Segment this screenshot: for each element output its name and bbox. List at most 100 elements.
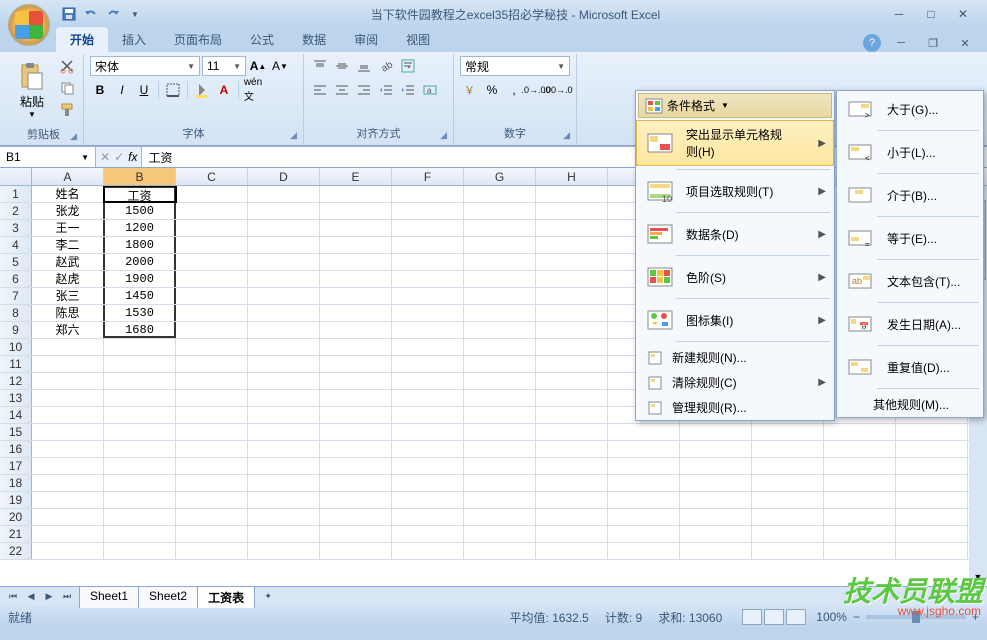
menu-item[interactable]: 图标集(I)▶	[636, 302, 834, 338]
cell[interactable]	[176, 458, 248, 474]
align-right-icon[interactable]	[354, 80, 374, 100]
cell[interactable]	[536, 492, 608, 508]
column-header-C[interactable]: C	[176, 168, 248, 185]
cell[interactable]	[176, 424, 248, 440]
cell[interactable]	[320, 492, 392, 508]
cell[interactable]	[464, 526, 536, 542]
cell[interactable]	[464, 339, 536, 355]
align-center-icon[interactable]	[332, 80, 352, 100]
row-header[interactable]: 11	[0, 356, 32, 372]
cell[interactable]	[536, 356, 608, 372]
cell[interactable]	[536, 186, 608, 202]
cell[interactable]	[392, 186, 464, 202]
cell[interactable]: 2000	[104, 254, 176, 270]
cell[interactable]	[104, 356, 176, 372]
wrap-text-icon[interactable]	[398, 56, 418, 76]
cell[interactable]	[320, 237, 392, 253]
cell[interactable]	[248, 543, 320, 559]
cell[interactable]	[248, 305, 320, 321]
cell[interactable]	[392, 237, 464, 253]
cell[interactable]	[392, 203, 464, 219]
cell[interactable]	[176, 305, 248, 321]
cell[interactable]: 张龙	[32, 203, 104, 219]
tab-insert[interactable]: 插入	[108, 27, 160, 52]
cell[interactable]	[392, 390, 464, 406]
cell[interactable]	[536, 475, 608, 491]
row-header[interactable]: 13	[0, 390, 32, 406]
cell[interactable]	[320, 339, 392, 355]
name-box[interactable]: B1▼	[0, 147, 96, 167]
cell[interactable]	[248, 339, 320, 355]
cell[interactable]	[392, 458, 464, 474]
sheet-tab[interactable]: Sheet1	[79, 586, 139, 608]
cell[interactable]	[176, 509, 248, 525]
cell[interactable]	[248, 458, 320, 474]
conditional-format-button[interactable]: 条件格式▼	[638, 93, 832, 118]
sheet-nav-prev-icon[interactable]: ◀	[22, 589, 40, 605]
cell[interactable]	[392, 322, 464, 338]
fx-icon[interactable]: fx	[128, 150, 137, 164]
cell[interactable]	[176, 271, 248, 287]
cell[interactable]	[32, 339, 104, 355]
font-expand-icon[interactable]: ◢	[290, 130, 297, 141]
submenu-other-rules[interactable]: 其他规则(M)...	[837, 392, 983, 417]
cell[interactable]	[248, 390, 320, 406]
minimize-button[interactable]: ─	[887, 5, 911, 23]
font-name-combo[interactable]: 宋体▼	[90, 56, 200, 76]
cell[interactable]	[464, 373, 536, 389]
cell[interactable]	[464, 271, 536, 287]
column-header-A[interactable]: A	[32, 168, 104, 185]
cell[interactable]	[536, 288, 608, 304]
cell[interactable]	[176, 441, 248, 457]
column-header-G[interactable]: G	[464, 168, 536, 185]
cell[interactable]	[320, 390, 392, 406]
submenu-item[interactable]: 介于(B)...	[837, 177, 983, 213]
cell[interactable]	[464, 186, 536, 202]
cell[interactable]	[176, 407, 248, 423]
cell[interactable]	[464, 509, 536, 525]
cell[interactable]	[536, 305, 608, 321]
menu-item[interactable]: 色阶(S)▶	[636, 259, 834, 295]
cell[interactable]	[176, 288, 248, 304]
row-header[interactable]: 14	[0, 407, 32, 423]
cell[interactable]	[248, 475, 320, 491]
align-expand-icon[interactable]: ◢	[440, 130, 447, 141]
row-header[interactable]: 1	[0, 186, 32, 202]
cell[interactable]: 赵虎	[32, 271, 104, 287]
enter-formula-icon[interactable]: ✓	[114, 150, 124, 164]
cell[interactable]: 工资	[104, 186, 176, 202]
row-header[interactable]: 12	[0, 373, 32, 389]
sheet-nav-first-icon[interactable]: ⏮	[4, 589, 22, 605]
format-painter-icon[interactable]	[57, 100, 77, 120]
cell[interactable]	[248, 186, 320, 202]
row-header[interactable]: 20	[0, 509, 32, 525]
row-header[interactable]: 8	[0, 305, 32, 321]
underline-button[interactable]: U	[134, 80, 154, 100]
row-header[interactable]: 21	[0, 526, 32, 542]
align-middle-icon[interactable]	[332, 56, 352, 76]
tab-layout[interactable]: 页面布局	[160, 27, 236, 52]
cell[interactable]: 李二	[32, 237, 104, 253]
cell[interactable]	[176, 356, 248, 372]
cell[interactable]	[464, 305, 536, 321]
save-icon[interactable]	[60, 5, 78, 23]
cell[interactable]: 王一	[32, 220, 104, 236]
cell[interactable]	[392, 509, 464, 525]
cell[interactable]	[464, 543, 536, 559]
fill-color-icon[interactable]	[192, 80, 212, 100]
cell[interactable]: 1500	[104, 203, 176, 219]
cell[interactable]	[464, 322, 536, 338]
close-button[interactable]: ✕	[951, 5, 975, 23]
select-all-corner[interactable]	[0, 168, 32, 185]
column-header-E[interactable]: E	[320, 168, 392, 185]
cell[interactable]	[392, 407, 464, 423]
cell[interactable]	[248, 373, 320, 389]
cell[interactable]	[176, 254, 248, 270]
cell[interactable]	[320, 509, 392, 525]
cell[interactable]	[536, 441, 608, 457]
cell[interactable]	[32, 373, 104, 389]
cell[interactable]	[464, 475, 536, 491]
cell[interactable]: 1800	[104, 237, 176, 253]
cell[interactable]	[104, 458, 176, 474]
cell[interactable]	[464, 441, 536, 457]
